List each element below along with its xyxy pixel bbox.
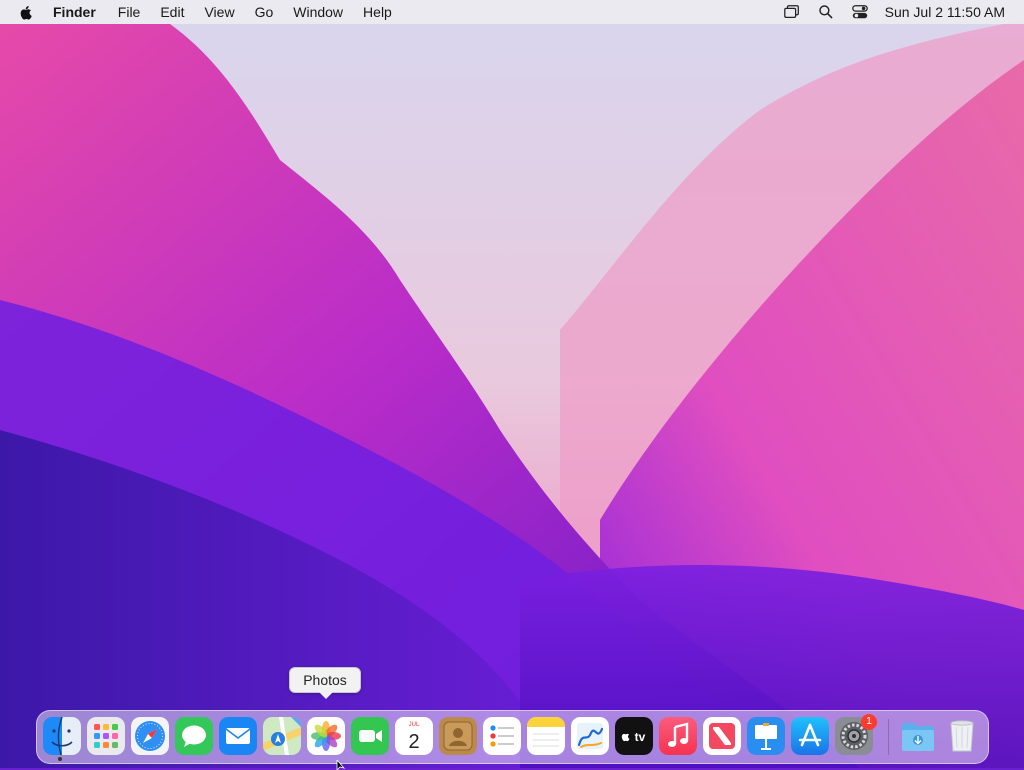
screen-mirroring-icon[interactable] [782,2,802,22]
dock-separator [888,719,889,755]
dock: JUL 2 tv [36,710,989,764]
downloads-folder-icon[interactable] [899,717,937,755]
menu-go[interactable]: Go [245,0,284,24]
menu-view[interactable]: View [194,0,244,24]
apple-menu-icon[interactable] [19,4,35,20]
spotlight-search-icon[interactable] [816,2,836,22]
apple-tv-icon[interactable]: tv [615,717,653,755]
menu-window[interactable]: Window [283,0,353,24]
maps-icon[interactable] [263,717,301,755]
keynote-icon[interactable] [747,717,785,755]
launchpad-icon[interactable] [87,717,125,755]
menu-bar: Finder File Edit View Go Window Help Sun… [0,0,1024,24]
freeform-icon[interactable] [571,717,609,755]
safari-icon[interactable] [131,717,169,755]
dock-tooltip: Photos [289,667,361,699]
reminders-icon[interactable] [483,717,521,755]
mouse-pointer-icon [336,760,346,770]
menu-file[interactable]: File [108,0,151,24]
menu-app-finder[interactable]: Finder [53,0,108,24]
calendar-day-label: 2 [408,731,419,753]
menu-edit[interactable]: Edit [150,0,194,24]
menu-bar-clock[interactable]: Sun Jul 2 11:50 AM [885,4,1005,20]
messages-icon[interactable] [175,717,213,755]
system-settings-badge: 1 [861,714,877,730]
contacts-icon[interactable] [439,717,477,755]
photos-icon[interactable] [307,717,345,755]
calendar-month-label: JUL [409,722,420,728]
apple-tv-label: tv [635,730,646,744]
finder-icon[interactable] [43,717,81,755]
finder-running-indicator [58,757,62,761]
control-center-icon[interactable] [850,2,870,22]
menu-help[interactable]: Help [353,0,402,24]
calendar-icon[interactable]: JUL 2 [395,717,433,755]
facetime-icon[interactable] [351,717,389,755]
desktop-wallpaper [0,0,1024,768]
music-icon[interactable] [659,717,697,755]
mail-icon[interactable] [219,717,257,755]
notes-icon[interactable] [527,717,565,755]
trash-icon[interactable] [943,717,981,755]
news-icon[interactable] [703,717,741,755]
app-store-icon[interactable] [791,717,829,755]
